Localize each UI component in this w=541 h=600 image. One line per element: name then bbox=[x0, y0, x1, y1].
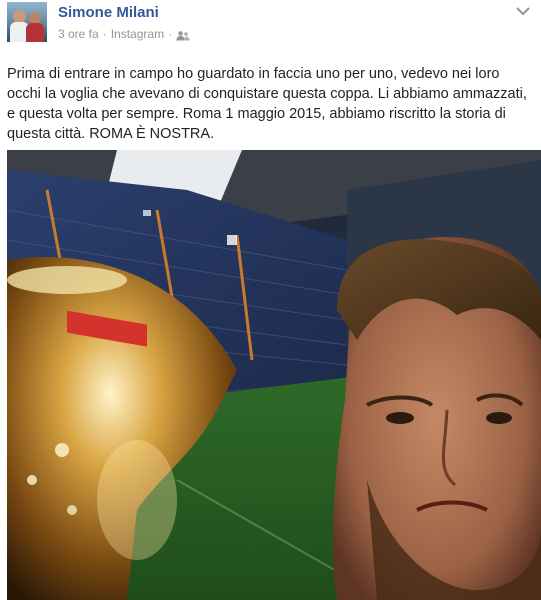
post-header: Simone Milani 3 ore fa · Instagram · bbox=[7, 0, 541, 48]
post-source[interactable]: Instagram bbox=[111, 27, 164, 41]
meta-separator: · bbox=[102, 27, 107, 41]
selfie-with-trophy-image bbox=[7, 150, 541, 600]
facebook-post: Simone Milani 3 ore fa · Instagram · Pri… bbox=[0, 0, 541, 600]
post-photo[interactable] bbox=[7, 150, 541, 600]
meta-separator-2: · bbox=[168, 27, 173, 41]
chevron-down-icon[interactable] bbox=[515, 4, 531, 16]
author-avatar[interactable] bbox=[7, 2, 47, 42]
friends-icon[interactable] bbox=[176, 30, 190, 41]
post-text: Prima di entrare in campo ho guardato in… bbox=[7, 66, 527, 142]
post-meta: 3 ore fa · Instagram · bbox=[58, 27, 190, 41]
author-name[interactable]: Simone Milani bbox=[58, 4, 159, 21]
post-timestamp[interactable]: 3 ore fa bbox=[58, 27, 99, 41]
